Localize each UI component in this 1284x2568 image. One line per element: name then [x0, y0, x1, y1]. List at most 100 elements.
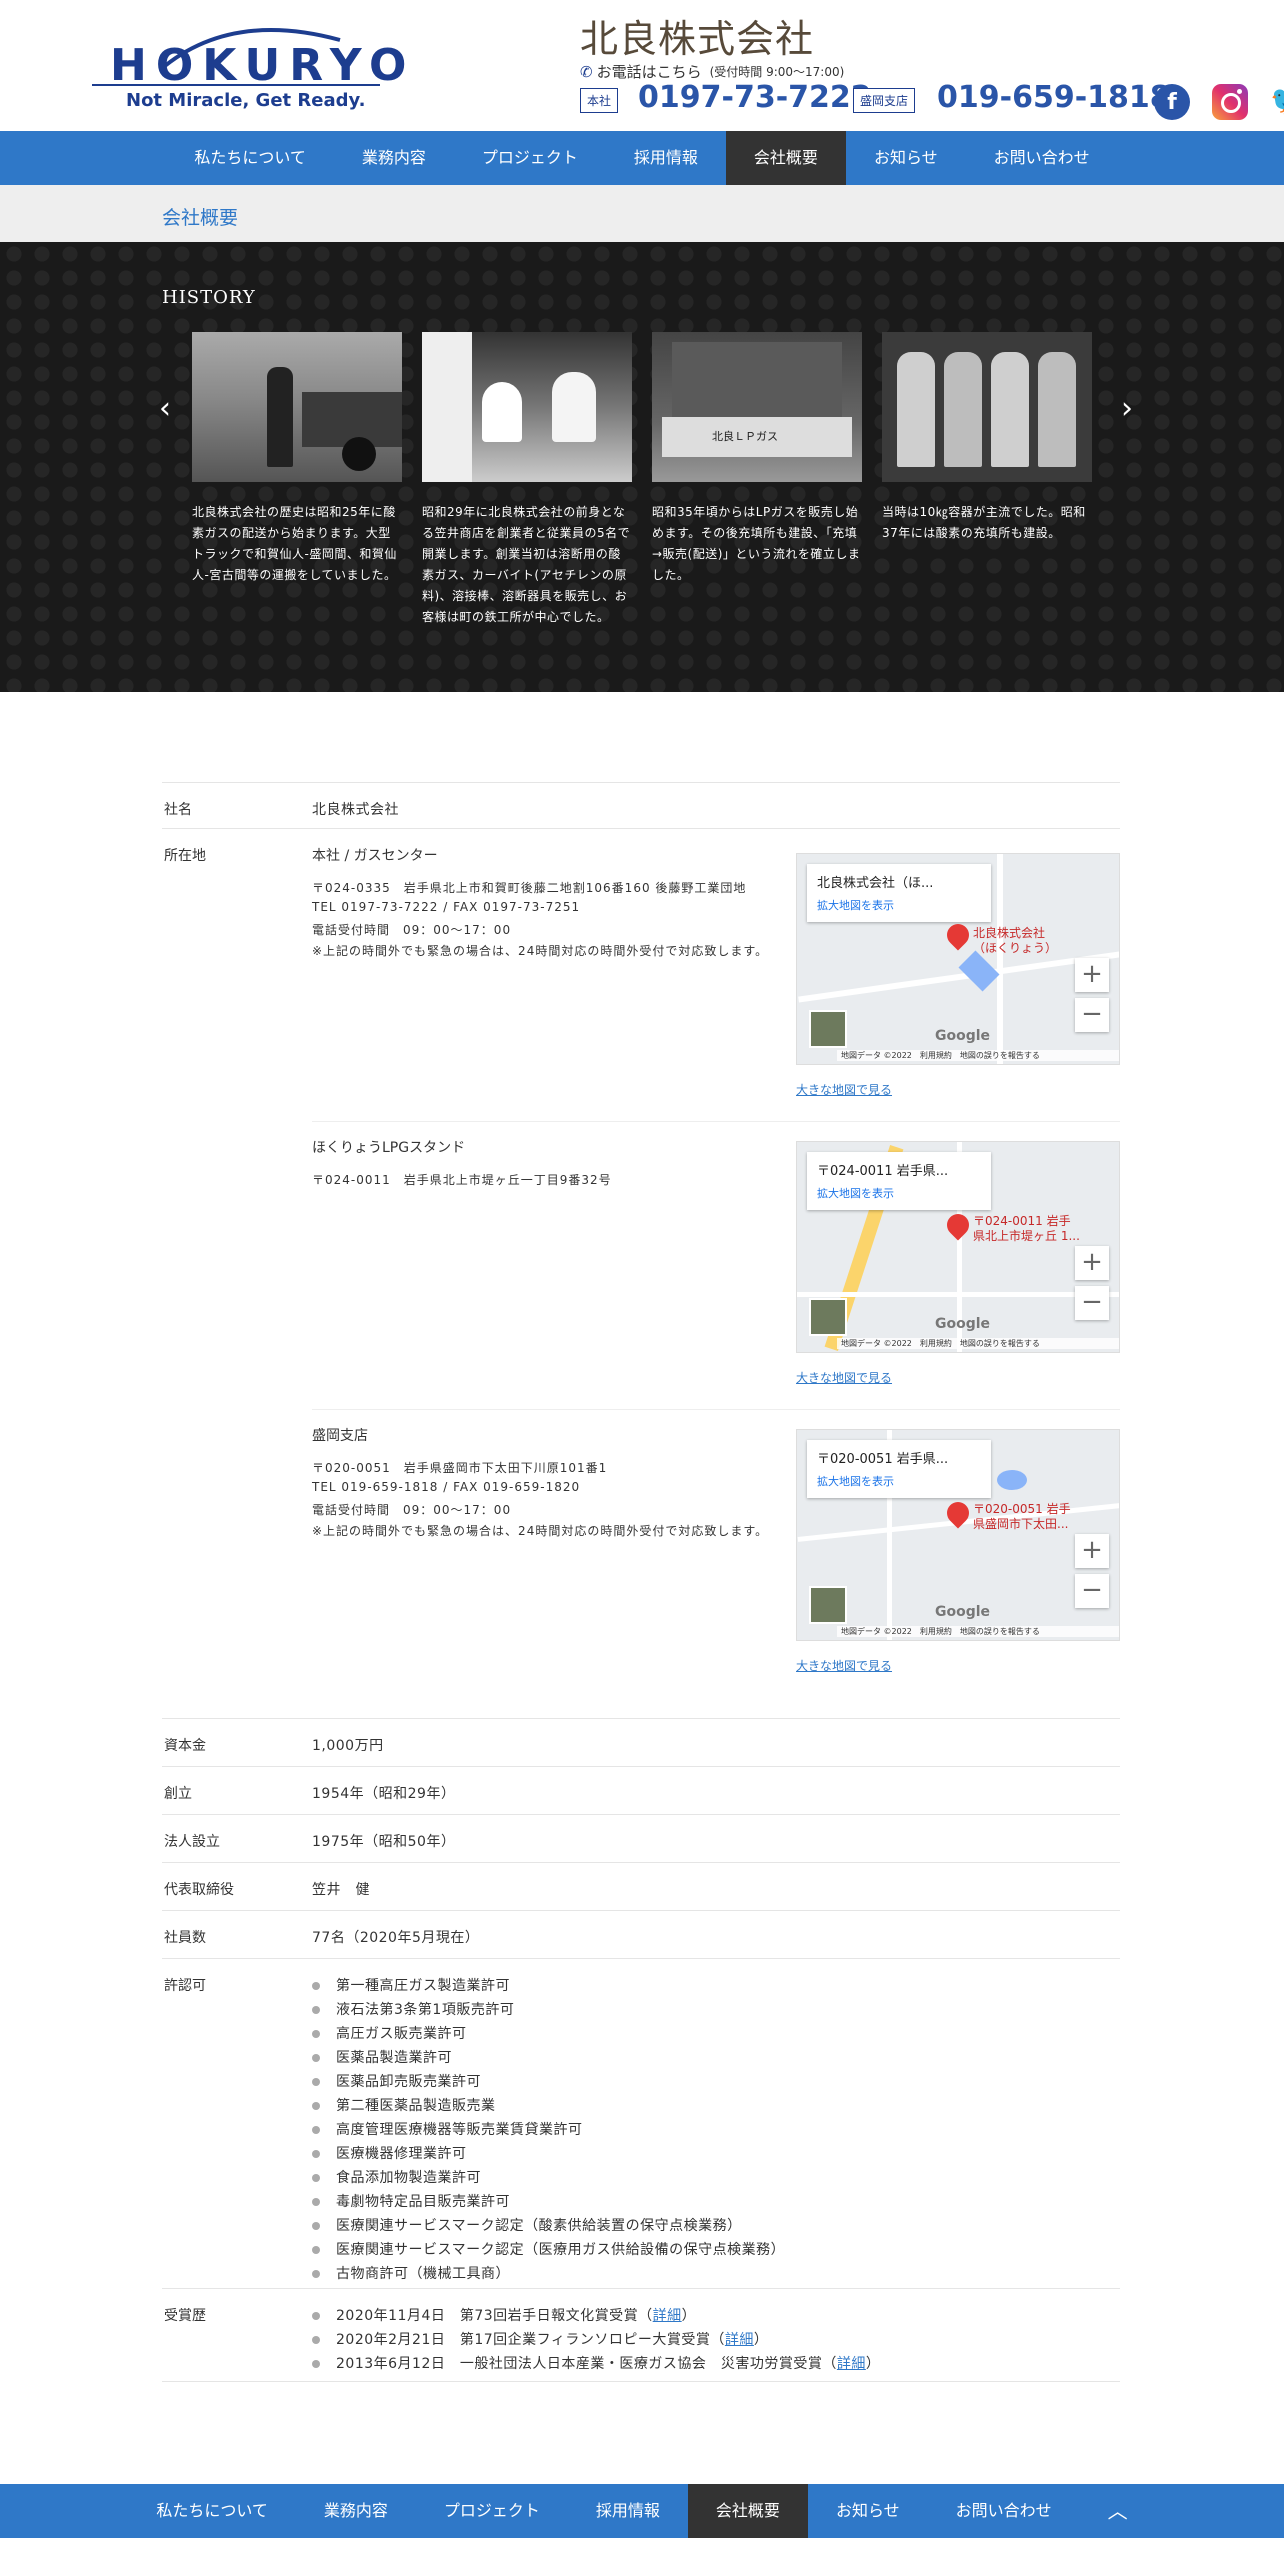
instagram-icon[interactable]: [1212, 84, 1248, 120]
map-embed[interactable]: 〒024-0011 岩手県... 拡大地図を表示 〒024-0011 岩手 県北…: [796, 1141, 1120, 1353]
nav-item-contact[interactable]: お問い合わせ: [966, 131, 1118, 185]
row-address: 所在地 本社 / ガスセンター 〒024-0335 岩手県北上市和賀町後藤二地割…: [162, 828, 1120, 1768]
logo-divider: [92, 84, 380, 86]
nav-item-recruit[interactable]: 採用情報: [606, 131, 726, 185]
history-photo: [882, 332, 1092, 482]
row-value: 77名（2020年5月現在）: [312, 1930, 480, 1946]
nav-item-news[interactable]: お知らせ: [846, 131, 966, 185]
award-end: ）: [865, 2356, 881, 2372]
map-enlarge-link[interactable]: 拡大地図を表示: [817, 897, 981, 913]
license-item: 高度管理医療機器等販売業賃貸業許可: [312, 2119, 583, 2139]
zoom-in-button[interactable]: +: [1075, 958, 1109, 992]
map-pin-label-line: 〒024-0011 岩手: [973, 1214, 1071, 1228]
map-embed[interactable]: 〒020-0051 岩手県... 拡大地図を表示 〒020-0051 岩手 県盛…: [796, 1429, 1120, 1641]
history-photo: [422, 332, 632, 482]
row-label: 代表取締役: [164, 1882, 234, 1898]
satellite-toggle[interactable]: [809, 1586, 847, 1624]
large-map-link[interactable]: 大きな地図で見る: [796, 1657, 892, 1674]
map-enlarge-link[interactable]: 拡大地図を表示: [817, 1185, 981, 1201]
row-label: 創立: [164, 1786, 192, 1802]
zoom-out-button[interactable]: −: [1075, 1574, 1109, 1608]
history-section: HISTORY ‹ › 北良株式会社の歴史は昭和25年に酸素ガスの配送から始まり…: [0, 242, 1284, 692]
nav-item-services[interactable]: 業務内容: [334, 131, 454, 185]
location-line: ※上記の時間外でも緊急の場合は、24時間対応の時間外受付で対応致します。: [312, 944, 769, 958]
chevron-up-icon[interactable]: ︿: [1080, 2484, 1156, 2538]
location-line: TEL 0197-73-7222 / FAX 0197-73-7251: [312, 900, 581, 914]
nav-item-about[interactable]: 私たちについて: [128, 2484, 296, 2538]
map-enlarge-link[interactable]: 拡大地図を表示: [817, 1473, 981, 1489]
location-line: 電話受付時間 09：00〜17：00: [312, 923, 512, 937]
row-label: 資本金: [164, 1738, 206, 1754]
hq-phone-number[interactable]: 0197-73-7222: [638, 80, 872, 115]
award-detail-link[interactable]: 詳細: [837, 2356, 866, 2372]
phone-hours: (受付時間 9:00〜17:00): [709, 65, 845, 79]
location-title: 盛岡支店: [312, 1428, 368, 1444]
zoom-out-button[interactable]: −: [1075, 998, 1109, 1032]
row-licenses: 許認可 第一種高圧ガス製造業許可 液石法第3条第1項販売許可 高圧ガス販売業許可…: [162, 1958, 1120, 2288]
nav-item-company[interactable]: 会社概要: [725, 131, 846, 185]
history-text: 昭和35年頃からはLPガスを販売し始めます。その後充填所も建設、「充填→販売(配…: [652, 505, 861, 582]
logo[interactable]: HOKURYO Not Miracle, Get Ready.: [90, 20, 406, 120]
map-pin-label-line: 北良株式会社: [973, 926, 1046, 940]
twitter-icon[interactable]: 🐦: [1270, 86, 1284, 116]
google-logo: Google: [935, 1316, 991, 1332]
chevron-left-icon[interactable]: ‹: [150, 394, 180, 424]
hq-tag: 本社: [580, 88, 619, 113]
large-map-link[interactable]: 大きな地図で見る: [796, 1369, 892, 1386]
logo-tagline: Not Miracle, Get Ready.: [126, 90, 366, 111]
map-footer: 地図データ ©2022 利用規約 地図の誤りを報告する: [837, 1626, 1119, 1637]
nav-item-news[interactable]: お知らせ: [808, 2484, 928, 2538]
row-label: 許認可: [164, 1978, 206, 1994]
row-value: 北良株式会社: [312, 802, 399, 818]
history-photo: [192, 332, 402, 482]
map-pin-label: 北良株式会社 （ほくりょう）: [973, 926, 1057, 956]
satellite-toggle[interactable]: [809, 1010, 847, 1048]
license-item: 医薬品製造業許可: [312, 2047, 452, 2067]
map-pin-icon[interactable]: [942, 1209, 974, 1241]
nav-item-company[interactable]: 会社概要: [687, 2484, 808, 2538]
nav-item-contact[interactable]: お問い合わせ: [928, 2484, 1080, 2538]
map-pin-label: 〒020-0051 岩手 県盛岡市下太田...: [973, 1502, 1071, 1532]
license-item: 医薬品卸売販売業許可: [312, 2071, 481, 2091]
branch-phone-number[interactable]: 019-659-1818: [937, 80, 1171, 115]
history-photo: 北良ＬＰガス: [652, 332, 862, 482]
nav-item-services[interactable]: 業務内容: [296, 2484, 416, 2538]
google-logo: Google: [935, 1028, 991, 1044]
nav-item-projects[interactable]: プロジェクト: [416, 2484, 568, 2538]
history-text: 当時は10㎏容器が主流でした。昭和37年には酸素の充填所も建設。: [882, 505, 1086, 540]
main-nav: 私たちについて 業務内容 プロジェクト 採用情報 会社概要 お知らせ お問い合わ…: [0, 131, 1284, 185]
nav-item-recruit[interactable]: 採用情報: [568, 2484, 688, 2538]
location-title: ほくりょうLPGスタンド: [312, 1140, 466, 1156]
large-map-link[interactable]: 大きな地図で見る: [796, 1081, 892, 1098]
award-detail-link[interactable]: 詳細: [653, 2308, 682, 2324]
nav-item-projects[interactable]: プロジェクト: [454, 131, 606, 185]
chevron-right-icon[interactable]: ›: [1112, 394, 1142, 424]
satellite-toggle[interactable]: [809, 1298, 847, 1336]
map-card-title: 〒024-0011 岩手県...: [817, 1164, 949, 1179]
location-line: ※上記の時間外でも緊急の場合は、24時間対応の時間外受付で対応致します。: [312, 1524, 769, 1538]
license-item: 古物商許可（機械工具商）: [312, 2263, 510, 2283]
zoom-in-button[interactable]: +: [1075, 1246, 1109, 1280]
row-label: 所在地: [164, 848, 206, 864]
zoom-out-button[interactable]: −: [1075, 1286, 1109, 1320]
award-text: 2020年2月21日 第17回企業フィランソロピー大賞受賞（: [336, 2332, 725, 2348]
location-title: 本社 / ガスセンター: [312, 848, 438, 864]
zoom-in-button[interactable]: +: [1075, 1534, 1109, 1568]
nav-item-about[interactable]: 私たちについて: [166, 131, 334, 185]
row-capital: 資本金 1,000万円: [162, 1718, 1120, 1766]
page-title-bar: 会社概要: [0, 185, 1284, 242]
row-awards: 受賞歴 2020年11月4日 第73回岩手日報文化賞受賞（詳細） 2020年2月…: [162, 2288, 1120, 2382]
row-label: 社員数: [164, 1930, 206, 1946]
map-pin-icon[interactable]: [942, 919, 974, 951]
award-item: 2020年11月4日 第73回岩手日報文化賞受賞（詳細）: [312, 2305, 696, 2325]
site-header: HOKURYO Not Miracle, Get Ready. 北良株式会社 ✆…: [0, 0, 1284, 131]
license-item: 医療機器修理業許可: [312, 2143, 467, 2163]
row-company-name: 社名 北良株式会社: [162, 782, 1120, 828]
award-detail-link[interactable]: 詳細: [725, 2332, 754, 2348]
phone-info: ✆ お電話はこちら (受付時間 9:00〜17:00): [580, 61, 844, 82]
row-value: 1975年（昭和50年）: [312, 1834, 456, 1850]
license-item: 医療関連サービスマーク認定（医療用ガス供給設備の保守点検業務）: [312, 2239, 785, 2259]
facebook-icon[interactable]: f: [1154, 84, 1190, 120]
map-embed[interactable]: 北良株式会社（ほ... 拡大地図を表示 北良株式会社 （ほくりょう） + − G…: [796, 853, 1120, 1065]
history-card: 昭和29年に北良株式会社の前身となる笠井商店を創業者と従業員の5名で開業します。…: [422, 332, 632, 628]
